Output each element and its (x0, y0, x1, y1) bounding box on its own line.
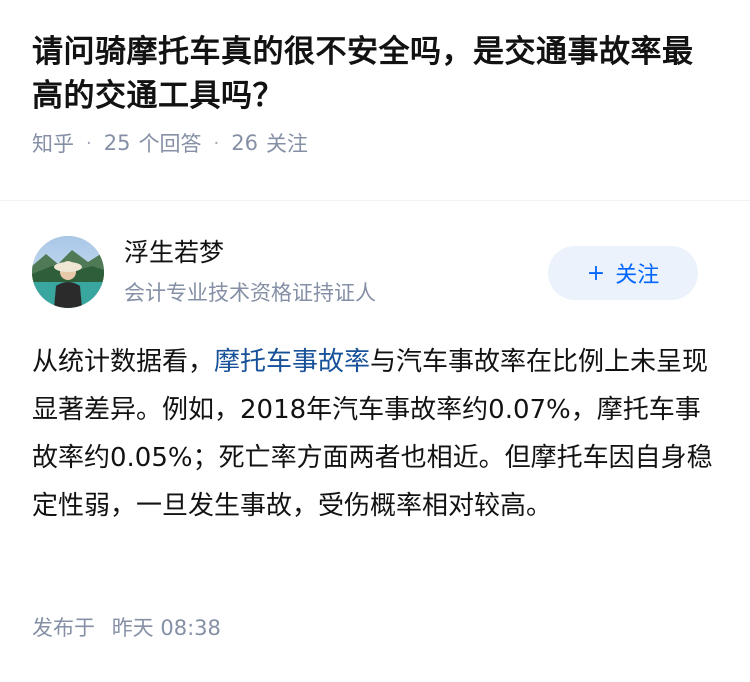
question-title[interactable]: 请问骑摩托车真的很不安全吗，是交通事故率最高的交通工具吗？ (32, 30, 718, 118)
published-label: 发布于 (32, 616, 95, 640)
author-headline: 会计专业技术资格证持证人 (124, 281, 376, 305)
source-label[interactable]: 知乎 (32, 128, 74, 158)
follow-button[interactable]: + 关注 (548, 246, 698, 300)
avatar-image (32, 236, 104, 308)
follow-count-label[interactable]: 关注 (266, 128, 308, 158)
avatar[interactable] (32, 236, 104, 308)
answer-content: 从统计数据看，摩托车事故率与汽车事故率在比例上未呈现显著差异。例如，2018年汽… (32, 338, 718, 530)
answer-page: 请问骑摩托车真的很不安全吗，是交通事故率最高的交通工具吗？ 知乎 · 25 个回… (0, 0, 750, 682)
separator-dot: · (86, 132, 92, 154)
follow-count[interactable]: 26 (231, 131, 258, 155)
keyword-link[interactable]: 摩托车事故率 (214, 347, 370, 377)
answer-card: 浮生若梦 会计专业技术资格证持证人 + 关注 从统计数据看，摩托车事故率与汽车事… (32, 236, 718, 530)
plus-icon: + (586, 260, 606, 286)
answer-count[interactable]: 25 (104, 131, 131, 155)
author-row: 浮生若梦 会计专业技术资格证持证人 + 关注 (32, 236, 718, 310)
author-name[interactable]: 浮生若梦 (124, 236, 224, 270)
follow-button-label: 关注 (615, 263, 660, 288)
published-time: 昨天 08:38 (111, 616, 221, 640)
separator-dot: · (213, 132, 220, 154)
question-meta: 知乎 · 25 个回答 · 26 关注 (32, 128, 718, 158)
content-text-start: 从统计数据看， (32, 347, 215, 377)
published-info: 发布于 昨天 08:38 (32, 612, 221, 642)
question-header: 请问骑摩托车真的很不安全吗，是交通事故率最高的交通工具吗？ 知乎 · 25 个回… (0, 0, 750, 158)
answer-count-label[interactable]: 个回答 (138, 128, 201, 158)
divider (0, 200, 750, 201)
